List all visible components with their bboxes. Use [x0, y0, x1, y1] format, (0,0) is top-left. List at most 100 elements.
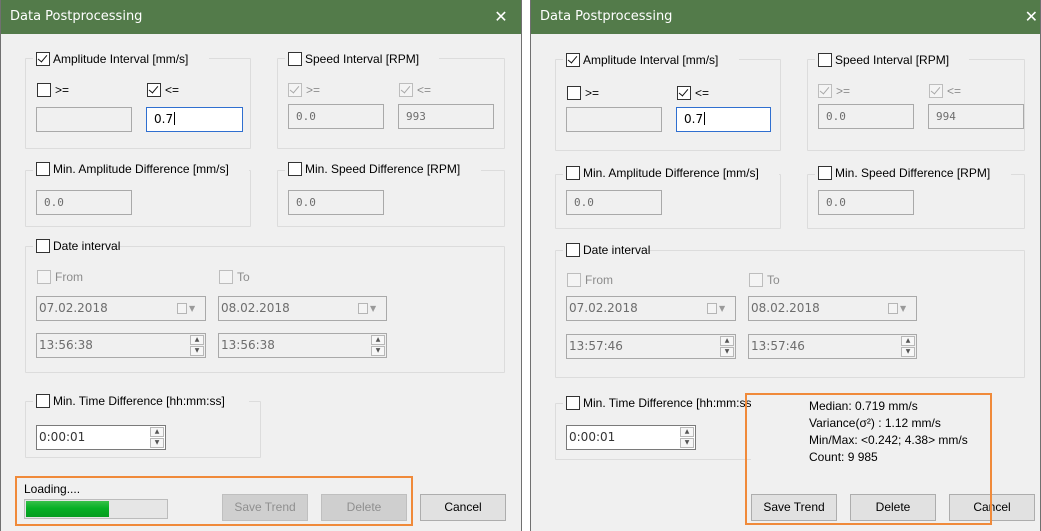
data-postprocessing-dialog-stats: Data Postprocessing ✕ Amplitude Interval… [530, 0, 1041, 531]
amplitude-interval-label: Amplitude Interval [mm/s] [583, 53, 719, 67]
speed-ge-label: >= [836, 84, 851, 98]
amplitude-le-value: 0.7 [684, 112, 704, 126]
amplitude-le-input[interactable]: 0.7 [676, 107, 771, 132]
min-speed-diff-checkbox[interactable] [288, 162, 302, 176]
speed-le-input[interactable]: 993 [398, 104, 494, 129]
amplitude-interval-group [555, 59, 781, 151]
time-spinner[interactable]: ▲ ▼ [901, 336, 915, 357]
min-speed-diff-label: Min. Speed Difference [RPM] [305, 162, 461, 176]
amplitude-le-checkbox[interactable] [147, 83, 161, 97]
calendar-dropdown-icon[interactable]: ▼ [177, 303, 197, 315]
dialog-title: Data Postprocessing [10, 9, 143, 24]
to-date-value: 08.02.2018 [751, 301, 820, 315]
amplitude-le-checkbox[interactable] [677, 86, 691, 100]
min-time-diff-input[interactable]: 0:00:01 ▲ ▼ [36, 425, 166, 450]
min-time-diff-input[interactable]: 0:00:01 ▲ ▼ [566, 425, 696, 450]
date-interval-checkbox[interactable] [36, 239, 50, 253]
min-time-diff-checkbox[interactable] [36, 394, 50, 408]
min-amplitude-diff-label: Min. Amplitude Difference [mm/s] [583, 166, 759, 180]
speed-le-checkbox[interactable] [929, 84, 943, 98]
speed-ge-label: >= [306, 83, 321, 97]
speed-ge-checkbox[interactable] [288, 83, 302, 97]
amplitude-interval-group [25, 58, 251, 149]
highlight-box [15, 476, 413, 526]
text-caret [704, 112, 706, 125]
time-spinner[interactable]: ▲ ▼ [190, 335, 204, 356]
to-time-value: 13:57:46 [751, 339, 805, 353]
speed-le-input[interactable]: 994 [928, 104, 1024, 129]
to-checkbox[interactable] [749, 273, 763, 287]
cancel-button[interactable]: Cancel [420, 494, 506, 521]
from-date-value: 07.02.2018 [39, 301, 108, 315]
from-label: From [585, 273, 613, 287]
time-spinner[interactable]: ▲ ▼ [720, 336, 734, 357]
amplitude-ge-input[interactable] [566, 107, 662, 132]
time-spinner[interactable]: ▲ ▼ [150, 427, 164, 448]
time-spinner[interactable]: ▲ ▼ [680, 427, 694, 448]
close-icon[interactable]: ✕ [481, 0, 521, 34]
calendar-dropdown-icon[interactable]: ▼ [888, 303, 908, 315]
min-speed-diff-input[interactable]: 0.0 [818, 190, 914, 215]
to-date-value: 08.02.2018 [221, 301, 290, 315]
title-bar: Data Postprocessing ✕ [531, 0, 1040, 34]
amplitude-le-label: <= [165, 83, 180, 97]
min-amplitude-diff-input[interactable]: 0.0 [566, 190, 662, 215]
time-spinner[interactable]: ▲ ▼ [371, 335, 385, 356]
to-label: To [767, 273, 780, 287]
amplitude-ge-checkbox[interactable] [37, 83, 51, 97]
from-label: From [55, 270, 83, 284]
to-time-input[interactable]: 13:57:46 ▲ ▼ [748, 334, 917, 359]
speed-interval-checkbox[interactable] [288, 52, 302, 66]
speed-le-label: <= [417, 83, 432, 97]
amplitude-interval-checkbox[interactable] [36, 52, 50, 66]
to-checkbox[interactable] [219, 270, 233, 284]
speed-le-checkbox[interactable] [399, 83, 413, 97]
from-time-input[interactable]: 13:57:46 ▲ ▼ [566, 334, 736, 359]
from-time-value: 13:56:38 [39, 338, 93, 352]
speed-interval-checkbox[interactable] [818, 53, 832, 67]
speed-ge-checkbox[interactable] [818, 84, 832, 98]
min-time-diff-checkbox[interactable] [566, 396, 580, 410]
min-amplitude-diff-input[interactable]: 0.0 [36, 190, 132, 215]
dialog-title: Data Postprocessing [540, 9, 673, 24]
amplitude-ge-label: >= [585, 86, 600, 100]
from-date-value: 07.02.2018 [569, 301, 638, 315]
min-speed-diff-label: Min. Speed Difference [RPM] [835, 166, 991, 180]
amplitude-interval-checkbox[interactable] [566, 53, 580, 67]
from-time-value: 13:57:46 [569, 339, 623, 353]
to-time-input[interactable]: 13:56:38 ▲ ▼ [218, 333, 387, 358]
min-speed-diff-checkbox[interactable] [818, 166, 832, 180]
from-date-picker[interactable]: 07.02.2018 ▼ [36, 296, 206, 321]
min-time-diff-label: Min. Time Difference [hh:mm:ss] [53, 394, 225, 408]
min-amplitude-diff-label: Min. Amplitude Difference [mm/s] [53, 162, 229, 176]
calendar-dropdown-icon[interactable]: ▼ [358, 303, 378, 315]
date-interval-checkbox[interactable] [566, 243, 580, 257]
from-date-picker[interactable]: 07.02.2018 ▼ [566, 296, 736, 321]
speed-ge-input[interactable]: 0.0 [288, 104, 384, 129]
speed-interval-label: Speed Interval [RPM] [835, 53, 950, 67]
min-time-diff-label: Min. Time Difference [hh:mm:ss] [583, 396, 755, 410]
min-time-diff-value: 0:00:01 [569, 430, 616, 444]
to-date-picker[interactable]: 08.02.2018 ▼ [748, 296, 917, 321]
amplitude-le-input[interactable]: 0.7 [146, 107, 243, 132]
data-postprocessing-dialog-loading: Data Postprocessing ✕ Amplitude Interval… [0, 0, 522, 531]
calendar-dropdown-icon[interactable]: ▼ [707, 303, 727, 315]
from-time-input[interactable]: 13:56:38 ▲ ▼ [36, 333, 206, 358]
amplitude-ge-input[interactable] [36, 107, 132, 132]
speed-ge-input[interactable]: 0.0 [818, 104, 914, 129]
from-checkbox[interactable] [567, 273, 581, 287]
amplitude-le-value: 0.7 [154, 112, 174, 126]
from-checkbox[interactable] [37, 270, 51, 284]
amplitude-ge-label: >= [55, 83, 70, 97]
min-amplitude-diff-checkbox[interactable] [36, 162, 50, 176]
date-interval-label: Date interval [583, 243, 651, 257]
amplitude-ge-checkbox[interactable] [567, 86, 581, 100]
to-date-picker[interactable]: 08.02.2018 ▼ [218, 296, 387, 321]
to-time-value: 13:56:38 [221, 338, 275, 352]
amplitude-interval-label: Amplitude Interval [mm/s] [53, 52, 189, 66]
min-speed-diff-input[interactable]: 0.0 [288, 190, 384, 215]
text-caret [174, 112, 176, 125]
min-amplitude-diff-checkbox[interactable] [566, 166, 580, 180]
close-icon[interactable]: ✕ [1014, 0, 1040, 34]
title-bar: Data Postprocessing ✕ [1, 0, 521, 34]
